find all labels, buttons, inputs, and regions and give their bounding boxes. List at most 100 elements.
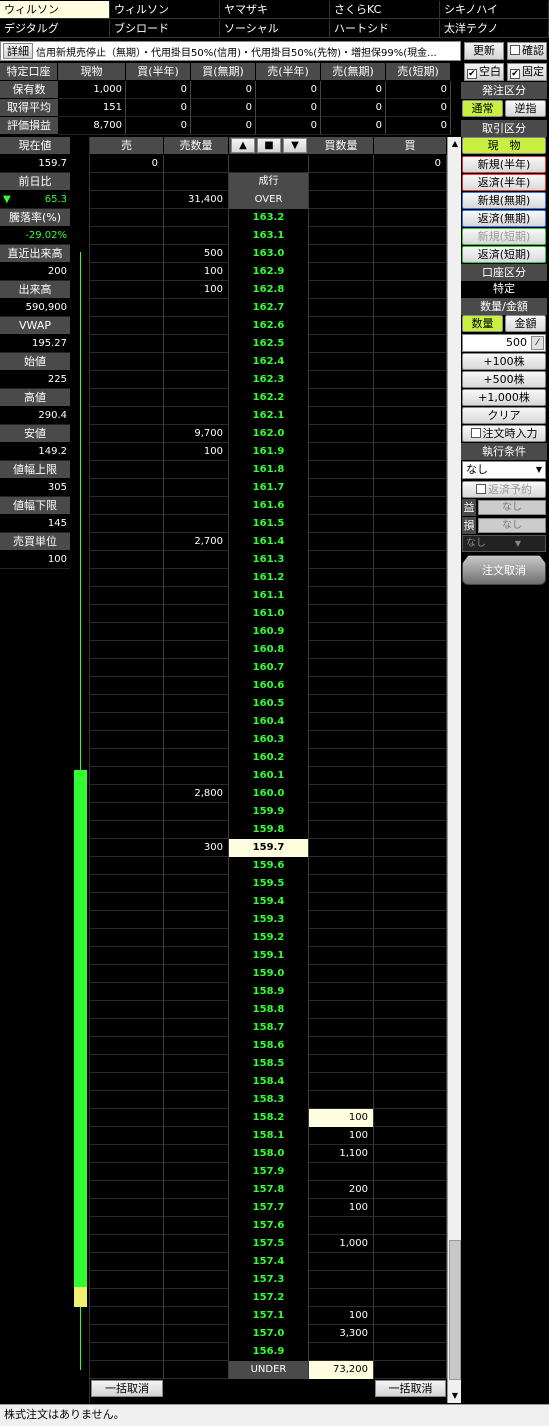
blank-toggle[interactable]: ✔ 空白 xyxy=(464,63,504,81)
price-cell[interactable]: 161.9 xyxy=(229,443,309,461)
price-cell[interactable]: 157.7 xyxy=(229,1199,309,1217)
buy-order-cell[interactable] xyxy=(374,389,447,407)
sell-order-cell[interactable] xyxy=(90,1091,164,1109)
buy-order-cell[interactable] xyxy=(374,983,447,1001)
sell-order-cell[interactable] xyxy=(90,425,164,443)
buy-order-cell[interactable] xyxy=(374,947,447,965)
buy-order-cell[interactable] xyxy=(374,1271,447,1289)
buy-order-cell[interactable] xyxy=(374,839,447,857)
scroll-center-button[interactable]: ■ xyxy=(257,138,281,153)
confirm-checkbox[interactable] xyxy=(510,45,520,55)
price-cell[interactable]: 163.1 xyxy=(229,227,309,245)
sell-order-cell[interactable] xyxy=(90,1289,164,1307)
price-cell[interactable]: 162.3 xyxy=(229,371,309,389)
sell-order-cell[interactable] xyxy=(90,389,164,407)
buy-order-cell[interactable] xyxy=(374,335,447,353)
scroll-down-button[interactable]: ▼ xyxy=(283,138,307,153)
price-cell[interactable]: 162.1 xyxy=(229,407,309,425)
stock-tab[interactable]: 太洋テクノ xyxy=(440,20,549,38)
quantity-stepper-icon[interactable]: ⁄ xyxy=(531,336,544,350)
price-cell[interactable]: 162.0 xyxy=(229,425,309,443)
sell-order-cell[interactable] xyxy=(90,1145,164,1163)
sell-order-cell[interactable] xyxy=(90,1307,164,1325)
stock-tab[interactable]: シキノハイ xyxy=(440,1,549,19)
add-qty-button[interactable]: +100株 xyxy=(462,353,546,370)
scroll-down-arrow-icon[interactable]: ▼ xyxy=(449,1389,461,1403)
sell-order-cell[interactable] xyxy=(90,245,164,263)
buy-order-cell[interactable] xyxy=(374,1145,447,1163)
stock-tab[interactable]: デジタルグ xyxy=(0,20,110,38)
sell-order-cell[interactable] xyxy=(90,605,164,623)
sell-order-cell[interactable] xyxy=(90,353,164,371)
price-cell[interactable]: 162.2 xyxy=(229,389,309,407)
sell-order-cell[interactable] xyxy=(90,443,164,461)
sell-order-cell[interactable] xyxy=(90,281,164,299)
sell-order-cell[interactable] xyxy=(90,317,164,335)
price-cell[interactable]: 159.8 xyxy=(229,821,309,839)
sell-order-cell[interactable] xyxy=(90,1109,164,1127)
spot-button[interactable]: 現 物 xyxy=(462,137,546,154)
price-cell[interactable]: 158.7 xyxy=(229,1019,309,1037)
sell-order-cell[interactable] xyxy=(90,839,164,857)
stock-tab[interactable]: ウィルソン xyxy=(0,1,110,19)
buy-order-cell[interactable] xyxy=(374,1235,447,1253)
clear-button[interactable]: クリア xyxy=(462,407,546,424)
stock-tab[interactable]: ヤマザキ xyxy=(220,1,330,19)
current-price-cell[interactable]: 159.7 xyxy=(229,839,309,857)
buy-order-cell[interactable] xyxy=(374,209,447,227)
buy-order-cell[interactable] xyxy=(374,1343,447,1361)
buy-order-cell[interactable] xyxy=(374,1253,447,1271)
price-cell[interactable]: 159.4 xyxy=(229,893,309,911)
sell-order-cell[interactable] xyxy=(90,587,164,605)
sell-order-cell[interactable] xyxy=(90,911,164,929)
sell-order-cell[interactable] xyxy=(90,983,164,1001)
sell-order-cell[interactable] xyxy=(90,335,164,353)
market-order-label[interactable]: 成行 xyxy=(229,173,309,191)
stock-tab[interactable]: さくらKC xyxy=(330,1,440,19)
price-cell[interactable]: 161.7 xyxy=(229,479,309,497)
sell-order-cell[interactable] xyxy=(90,1235,164,1253)
price-cell[interactable]: 158.3 xyxy=(229,1091,309,1109)
buy-order-cell[interactable] xyxy=(374,929,447,947)
price-cell[interactable]: 161.2 xyxy=(229,569,309,587)
buy-order-cell[interactable] xyxy=(374,623,447,641)
price-cell[interactable]: 162.5 xyxy=(229,335,309,353)
sell-order-cell[interactable] xyxy=(90,1217,164,1235)
price-cell[interactable]: 157.3 xyxy=(229,1271,309,1289)
cancel-all-sell-button[interactable]: 一括取消 xyxy=(91,1380,163,1397)
buy-order-cell[interactable] xyxy=(374,425,447,443)
sell-order-cell[interactable] xyxy=(90,875,164,893)
sell-order-cell[interactable] xyxy=(90,461,164,479)
sell-order-cell[interactable] xyxy=(90,497,164,515)
buy-order-cell[interactable] xyxy=(374,1091,447,1109)
price-cell[interactable]: 161.0 xyxy=(229,605,309,623)
sell-order-cell[interactable] xyxy=(90,803,164,821)
price-cell[interactable]: 159.5 xyxy=(229,875,309,893)
buy-order-cell[interactable] xyxy=(374,1181,447,1199)
price-cell[interactable]: 160.5 xyxy=(229,695,309,713)
price-cell[interactable]: 158.4 xyxy=(229,1073,309,1091)
sell-order-cell[interactable] xyxy=(90,1181,164,1199)
sell-order-cell[interactable] xyxy=(90,569,164,587)
repay-reserve-toggle[interactable]: 返済予約 xyxy=(462,481,546,498)
buy-order-cell[interactable] xyxy=(374,587,447,605)
cancel-order-button[interactable]: 注文取消 xyxy=(462,555,546,585)
sell-order-cell[interactable] xyxy=(90,785,164,803)
price-cell[interactable]: 161.5 xyxy=(229,515,309,533)
sell-order-cell[interactable] xyxy=(90,857,164,875)
over-label[interactable]: OVER xyxy=(229,191,309,209)
buy-order-cell[interactable] xyxy=(374,785,447,803)
sell-order-cell[interactable] xyxy=(90,227,164,245)
stock-tab[interactable]: ソーシャル xyxy=(220,20,330,38)
buy-order-cell[interactable] xyxy=(374,767,447,785)
price-cell[interactable]: 160.3 xyxy=(229,731,309,749)
sell-order-cell[interactable] xyxy=(90,1127,164,1145)
price-cell[interactable]: 159.1 xyxy=(229,947,309,965)
scroll-up-button[interactable]: ▲ xyxy=(231,138,255,153)
sell-order-cell[interactable] xyxy=(90,821,164,839)
price-cell[interactable]: 158.8 xyxy=(229,1001,309,1019)
price-cell[interactable]: 161.8 xyxy=(229,461,309,479)
price-cell[interactable]: 160.1 xyxy=(229,767,309,785)
buy-order-cell[interactable] xyxy=(374,245,447,263)
trade-type-button[interactable]: 新規(半年) xyxy=(462,156,546,173)
